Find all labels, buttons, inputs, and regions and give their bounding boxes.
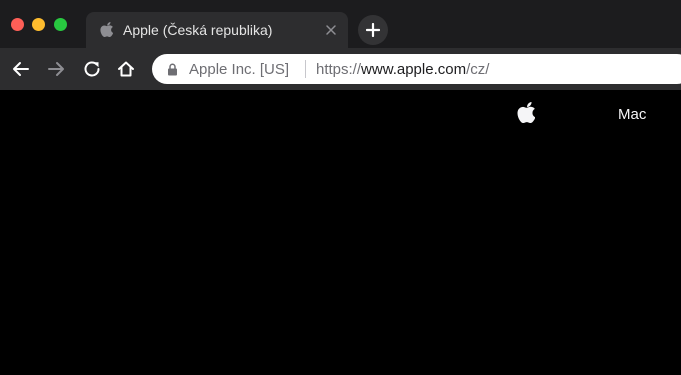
home-icon[interactable]	[115, 58, 137, 80]
tab-active[interactable]: Apple (Česká republika)	[86, 12, 348, 48]
apple-logo-icon	[100, 22, 113, 37]
zoom-window-button[interactable]	[54, 18, 67, 31]
browser-toolbar: Apple Inc. [US] https://www.apple.com/cz…	[0, 48, 681, 90]
tab-strip: Apple (Česká republika)	[0, 0, 681, 48]
url-path: /cz/	[466, 61, 490, 78]
reload-icon[interactable]	[81, 58, 103, 80]
apple-logo-icon[interactable]	[517, 102, 535, 123]
url-scheme: https://	[316, 61, 362, 78]
globalnav-item-mac[interactable]: Mac	[618, 106, 646, 123]
close-window-button[interactable]	[11, 18, 24, 31]
plus-icon	[366, 23, 380, 37]
arrow-left-icon[interactable]	[10, 58, 32, 80]
page-content: Mac	[0, 90, 681, 375]
site-organization: Apple Inc. [US]	[189, 61, 290, 78]
url-host: www.apple.com	[361, 61, 467, 78]
new-tab-button[interactable]	[358, 15, 388, 45]
tab-title: Apple (Česká republika)	[123, 22, 273, 38]
lock-icon	[168, 63, 177, 76]
address-bar[interactable]: Apple Inc. [US] https://www.apple.com/cz…	[152, 54, 681, 84]
address-separator	[305, 60, 306, 78]
url-text[interactable]: https://www.apple.com/cz/	[316, 61, 489, 78]
browser-window: Apple (Česká republika) Apple Inc. [US] …	[0, 0, 681, 375]
minimize-window-button[interactable]	[32, 18, 45, 31]
close-tab-icon[interactable]	[324, 23, 338, 37]
arrow-right-icon[interactable]	[45, 58, 67, 80]
